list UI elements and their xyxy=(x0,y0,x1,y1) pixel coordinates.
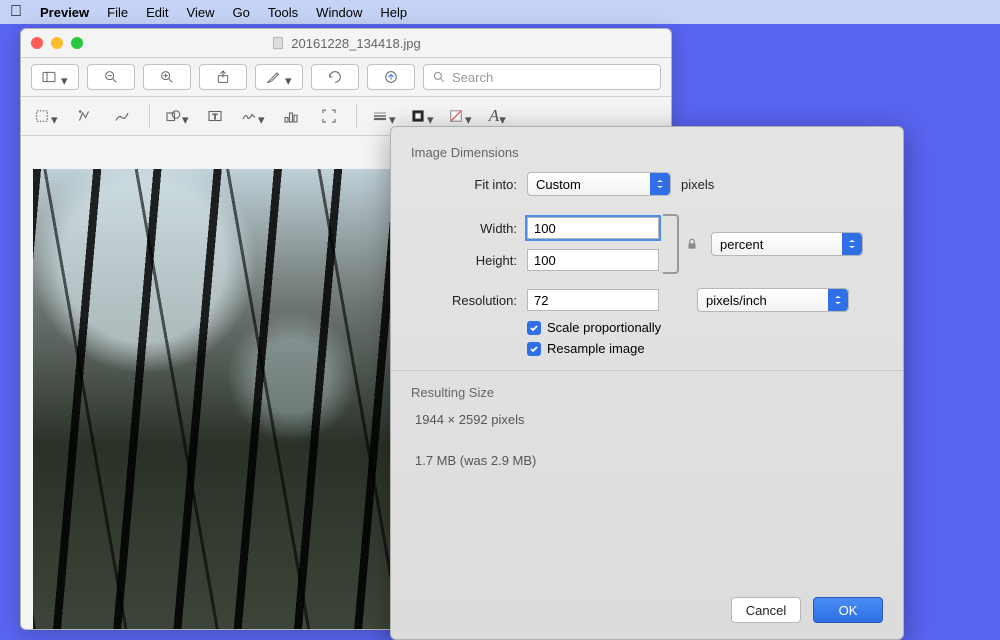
image-dimensions-heading: Image Dimensions xyxy=(411,145,883,160)
fit-into-select[interactable]: Custom xyxy=(527,172,671,196)
app-menu[interactable]: Preview xyxy=(40,5,89,20)
menu-tools[interactable]: Tools xyxy=(268,5,298,20)
resolution-unit-select[interactable]: pixels/inch xyxy=(697,288,849,312)
document-icon xyxy=(271,36,285,50)
close-window-button[interactable] xyxy=(31,37,43,49)
search-icon xyxy=(432,70,446,84)
height-label: Height: xyxy=(411,253,527,268)
scale-proportionally-checkbox[interactable]: Scale proportionally xyxy=(527,320,883,335)
lock-icon[interactable] xyxy=(685,237,699,251)
text-tool[interactable]: T xyxy=(200,103,230,129)
sketch-tool[interactable] xyxy=(107,103,137,129)
system-menubar:  Preview File Edit View Go Tools Window… xyxy=(0,0,1000,24)
select-tool[interactable]: ▾ xyxy=(31,103,61,129)
rotate-button[interactable] xyxy=(311,64,359,90)
share-button[interactable] xyxy=(199,64,247,90)
search-input[interactable]: Search xyxy=(423,64,661,90)
scale-proportionally-label: Scale proportionally xyxy=(547,320,661,335)
svg-text:T: T xyxy=(213,112,218,121)
width-input[interactable] xyxy=(527,217,659,239)
menu-file[interactable]: File xyxy=(107,5,128,20)
zoom-window-button[interactable] xyxy=(71,37,83,49)
zoom-in-button[interactable] xyxy=(143,64,191,90)
menu-view[interactable]: View xyxy=(187,5,215,20)
titlebar: 20161228_134418.jpg xyxy=(21,29,671,58)
menu-window[interactable]: Window xyxy=(316,5,362,20)
menu-help[interactable]: Help xyxy=(380,5,407,20)
cancel-button[interactable]: Cancel xyxy=(731,597,801,623)
instant-alpha-tool[interactable] xyxy=(69,103,99,129)
menu-go[interactable]: Go xyxy=(232,5,249,20)
constrain-bracket xyxy=(663,214,679,274)
apple-menu-icon[interactable]:  xyxy=(10,3,22,21)
result-dimensions: 1944 × 2592 pixels xyxy=(415,412,883,427)
wh-unit-select[interactable]: percent xyxy=(711,232,863,256)
adjust-size-dialog: Image Dimensions Fit into: Custom pixels… xyxy=(390,126,904,640)
minimize-window-button[interactable] xyxy=(51,37,63,49)
resample-image-label: Resample image xyxy=(547,341,645,356)
fit-into-unit: pixels xyxy=(681,177,714,192)
adjust-color-tool[interactable] xyxy=(276,103,306,129)
sign-tool[interactable]: ▾ xyxy=(238,103,268,129)
window-title: 20161228_134418.jpg xyxy=(271,36,420,51)
adjust-size-tool[interactable] xyxy=(314,103,344,129)
resulting-size-heading: Resulting Size xyxy=(411,385,883,400)
toolbar-main: ▾ ▾ Search xyxy=(21,58,671,97)
resample-image-checkbox[interactable]: Resample image xyxy=(527,341,883,356)
resolution-input[interactable] xyxy=(527,289,659,311)
zoom-out-button[interactable] xyxy=(87,64,135,90)
sidebar-button[interactable]: ▾ xyxy=(31,64,79,90)
width-label: Width: xyxy=(411,221,527,236)
image-canvas[interactable] xyxy=(33,169,403,629)
menu-edit[interactable]: Edit xyxy=(146,5,168,20)
shapes-tool[interactable]: ▾ xyxy=(162,103,192,129)
height-input[interactable] xyxy=(527,249,659,271)
markup-button[interactable] xyxy=(367,64,415,90)
highlight-button[interactable]: ▾ xyxy=(255,64,303,90)
result-filesize: 1.7 MB (was 2.9 MB) xyxy=(415,453,883,468)
resolution-label: Resolution: xyxy=(411,293,527,308)
ok-button[interactable]: OK xyxy=(813,597,883,623)
fit-into-label: Fit into: xyxy=(411,177,527,192)
